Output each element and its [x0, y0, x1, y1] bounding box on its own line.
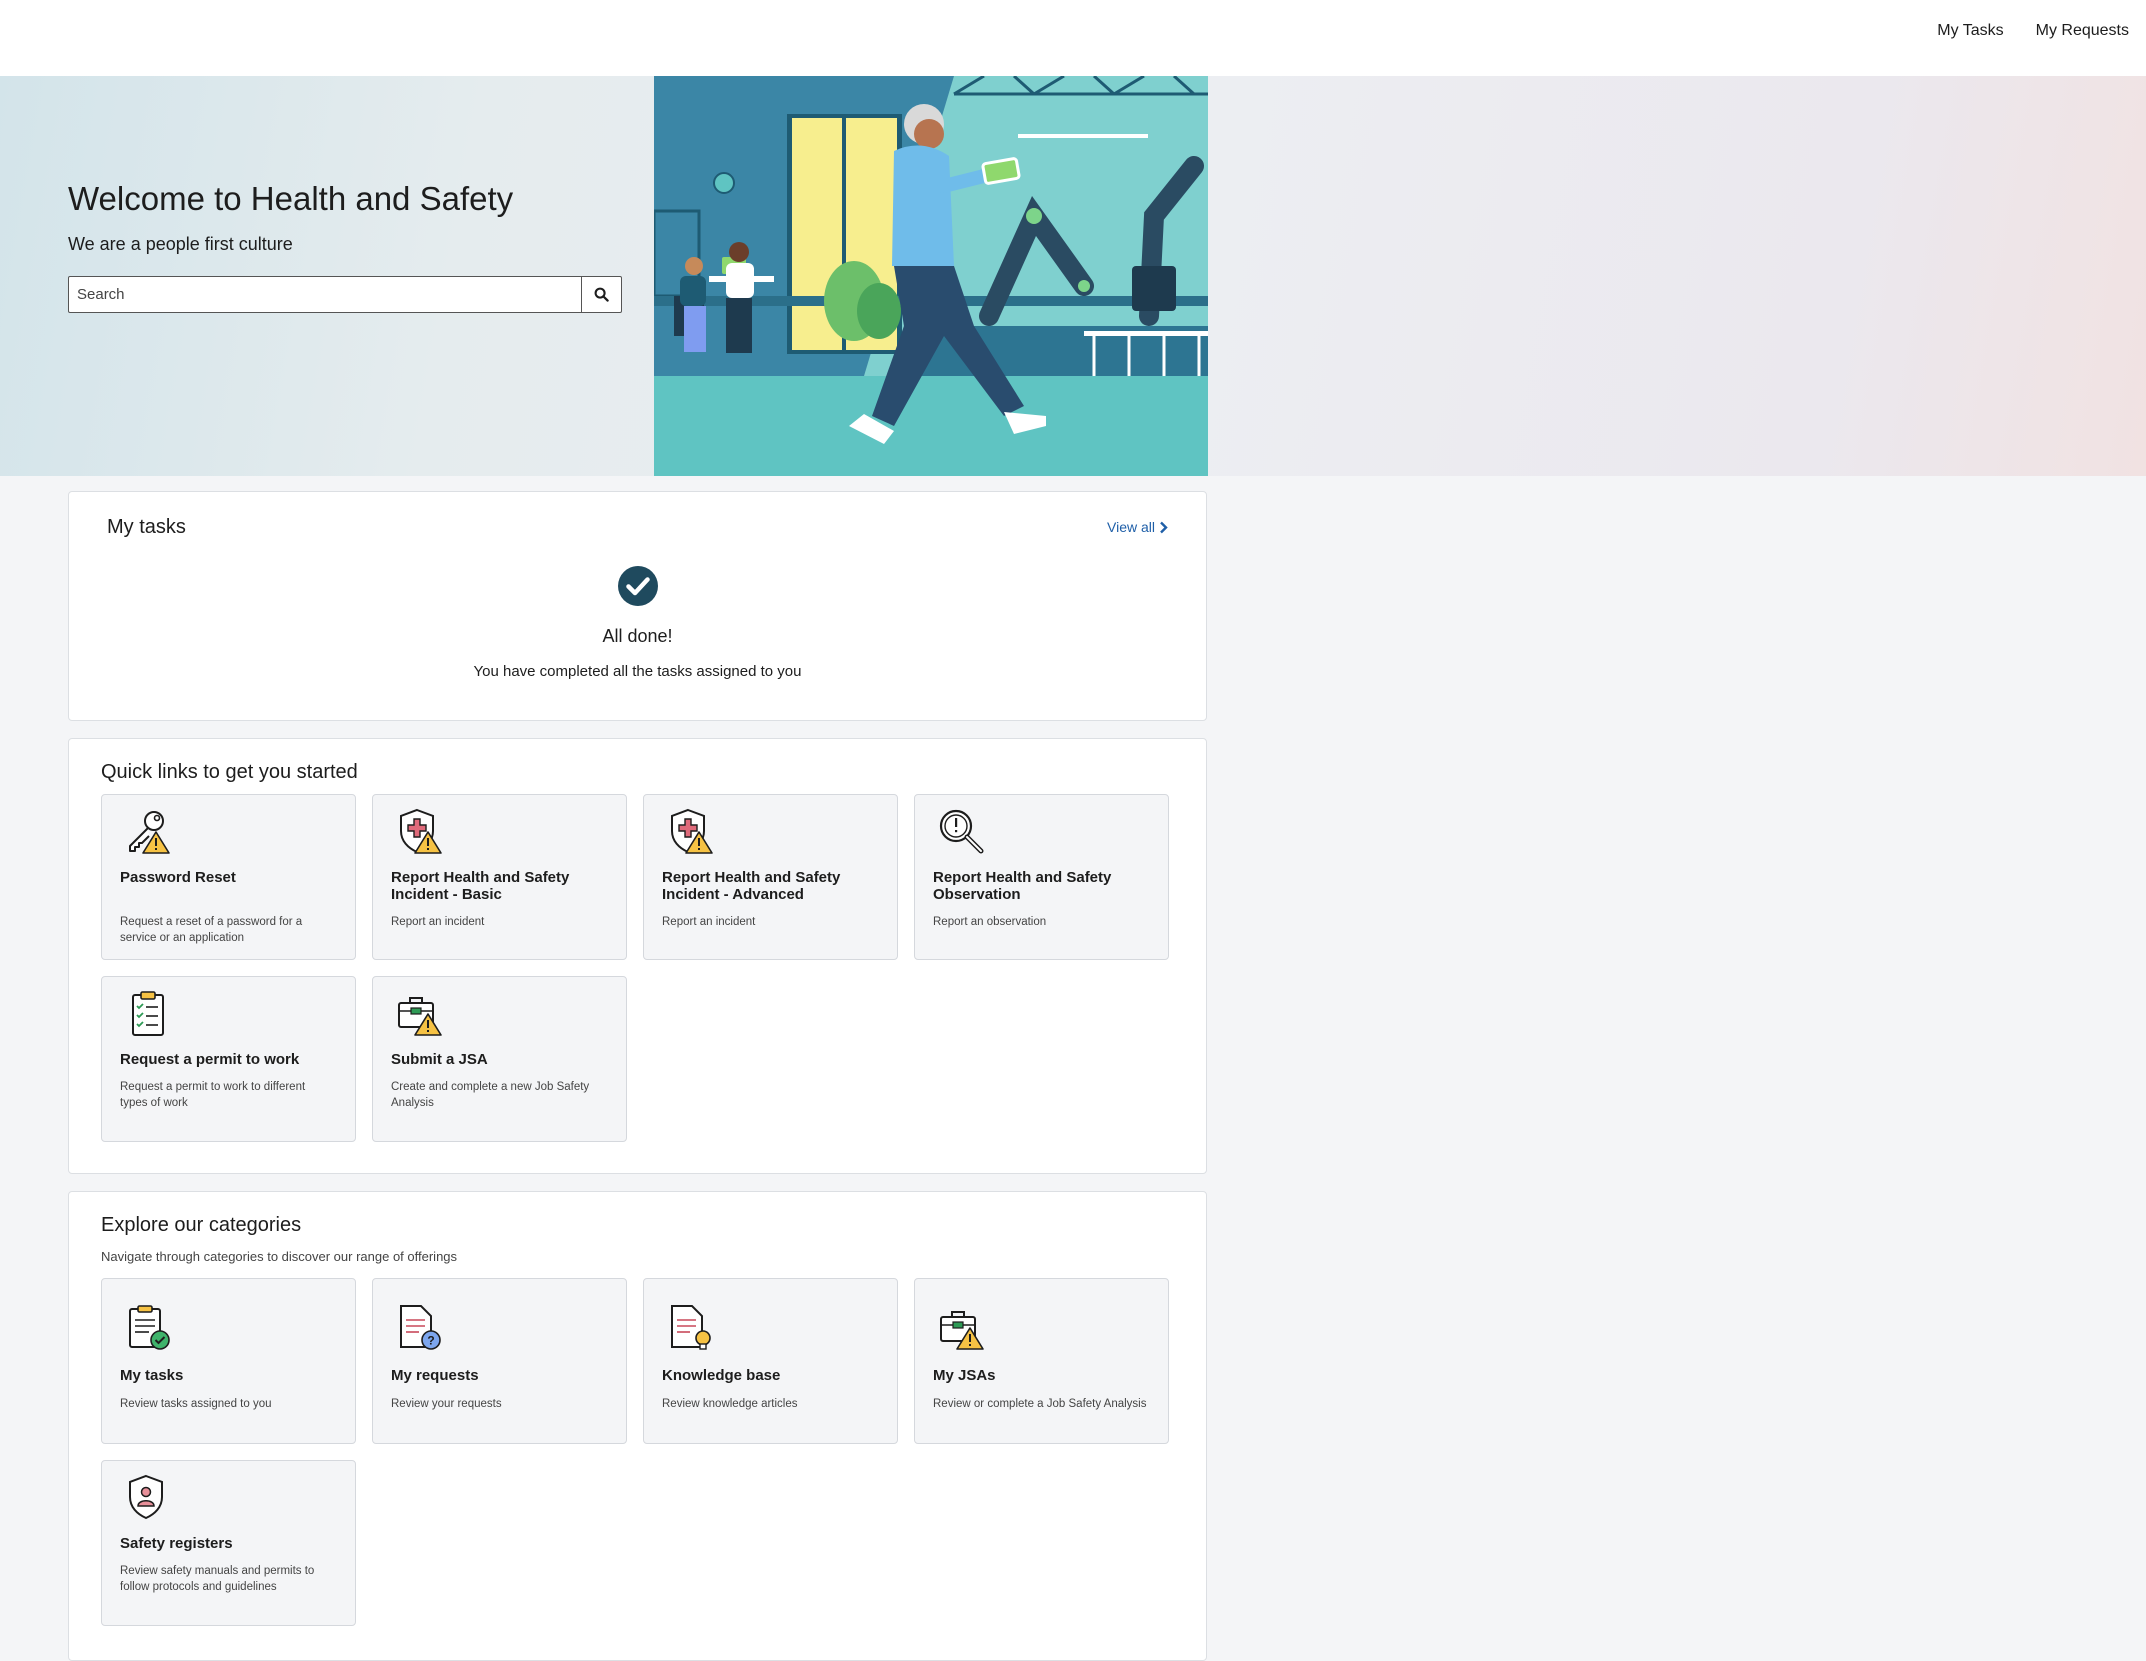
tile-description: Review knowledge articles	[662, 1398, 798, 1410]
tile-title: My requests	[391, 1367, 479, 1384]
toolbox-warning-icon	[398, 997, 442, 1036]
check-circle-icon	[618, 566, 658, 606]
nav-my-tasks-link[interactable]: My Tasks	[1937, 20, 2003, 42]
categories-subtitle: Navigate through categories to discover …	[101, 1249, 458, 1264]
tile-description: Create and complete a new Job Safety Ana…	[391, 1081, 590, 1109]
tile-description: Request a reset of a password for a serv…	[120, 916, 303, 944]
tile-description: Review tasks assigned to you	[120, 1398, 272, 1410]
all-done-message: You have completed all the tasks assigne…	[473, 663, 802, 680]
top-bar: My Tasks My Requests	[0, 0, 2146, 76]
quick-link-submit-jsa[interactable]: Submit a JSA Create and complete a new J…	[372, 976, 627, 1142]
search-input[interactable]	[69, 277, 581, 312]
category-safety-registers[interactable]: Safety registers Review safety manuals a…	[101, 1460, 356, 1626]
tile-description: Report an incident	[391, 916, 485, 928]
search-box	[68, 276, 622, 313]
tile-title: Safety registers	[120, 1535, 233, 1552]
svg-text:?: ?	[427, 1334, 434, 1348]
nav-my-requests-link[interactable]: My Requests	[2036, 20, 2129, 42]
hero-title: Welcome to Health and Safety	[68, 180, 514, 217]
tile-title: Submit a JSA	[391, 1051, 488, 1068]
search-icon	[594, 287, 609, 302]
key-warning-icon	[129, 811, 170, 854]
quick-links-card: Quick links to get you started Password …	[68, 738, 1207, 1174]
quick-link-password-reset[interactable]: Password Reset Request a reset of a pass…	[101, 794, 356, 960]
shield-person-icon	[129, 1474, 163, 1520]
my-tasks-title: My tasks	[107, 516, 186, 538]
view-all-label: View all	[1107, 519, 1155, 535]
all-done-title: All done!	[602, 626, 673, 646]
clipboard-checklist-icon	[132, 991, 164, 1036]
tile-title: Report Health and Safety Incident - Basi…	[391, 869, 570, 903]
hero-subtitle: We are a people first culture	[68, 234, 293, 254]
tile-title: Password Reset	[120, 869, 236, 886]
quick-link-incident-basic[interactable]: Report Health and Safety Incident - Basi…	[372, 794, 627, 960]
categories-card: Explore our categories Navigate through …	[68, 1191, 1207, 1661]
quick-link-observation[interactable]: Report Health and Safety Observation Rep…	[914, 794, 1169, 960]
clipboard-check-icon	[129, 1305, 170, 1350]
search-button[interactable]	[581, 277, 621, 312]
tile-title: Request a permit to work	[120, 1051, 300, 1068]
my-tasks-card: My tasks View all All done! You have com…	[68, 491, 1207, 721]
toolbox-warning-icon	[940, 1311, 984, 1350]
category-knowledge-base[interactable]: Knowledge base Review knowledge articles	[643, 1278, 898, 1444]
tile-description: Request a permit to work to different ty…	[120, 1081, 306, 1109]
hero-illustration	[654, 76, 1208, 476]
tile-title: My JSAs	[933, 1367, 996, 1384]
quick-links-title: Quick links to get you started	[101, 761, 358, 783]
shield-warning-icon	[671, 808, 713, 854]
tile-title: My tasks	[120, 1367, 184, 1384]
tile-description: Review safety manuals and permits to fol…	[120, 1565, 315, 1593]
view-all-link[interactable]: View all	[1107, 519, 1168, 535]
category-my-tasks[interactable]: My tasks Review tasks assigned to you	[101, 1278, 356, 1444]
top-nav: My Tasks My Requests	[1937, 20, 2129, 42]
category-my-jsas[interactable]: My JSAs Review or complete a Job Safety …	[914, 1278, 1169, 1444]
tile-title: Report Health and Safety Incident - Adva…	[662, 869, 841, 903]
document-question-icon: ?	[400, 1305, 441, 1350]
tile-description: Review or complete a Job Safety Analysis	[933, 1398, 1147, 1410]
tile-title: Report Health and Safety Observation	[933, 869, 1112, 903]
tile-description: Review your requests	[391, 1398, 502, 1410]
quick-link-incident-advanced[interactable]: Report Health and Safety Incident - Adva…	[643, 794, 898, 960]
shield-warning-icon	[400, 808, 442, 854]
document-lightbulb-icon	[671, 1305, 711, 1350]
hero-banner: Welcome to Health and Safety We are a pe…	[0, 76, 2146, 476]
magnifier-icon	[939, 809, 984, 854]
category-my-requests[interactable]: ? My requests Review your requests	[372, 1278, 627, 1444]
chevron-right-icon	[1160, 521, 1168, 533]
categories-title: Explore our categories	[101, 1214, 302, 1236]
tile-title: Knowledge base	[662, 1367, 781, 1384]
tile-description: Report an observation	[933, 916, 1047, 928]
quick-link-permit-to-work[interactable]: Request a permit to work Request a permi…	[101, 976, 356, 1142]
tile-description: Report an incident	[662, 916, 756, 928]
